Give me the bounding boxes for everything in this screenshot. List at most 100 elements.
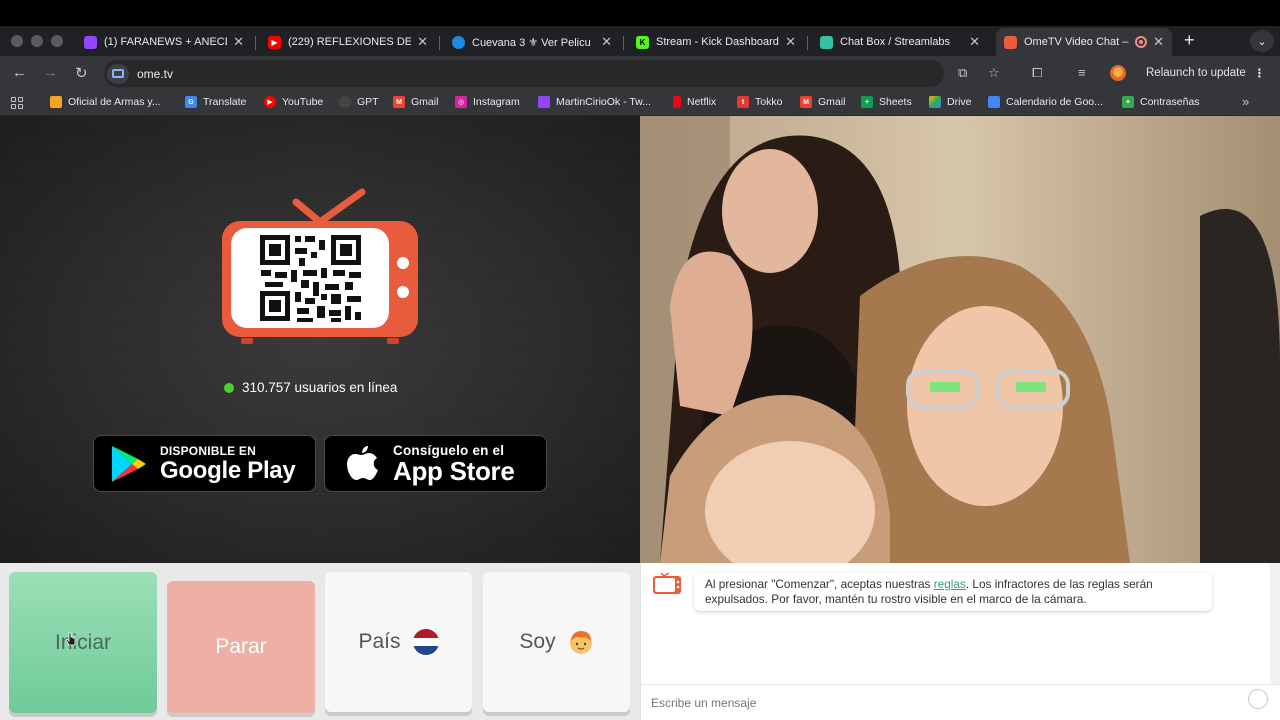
twitch-icon (538, 96, 550, 108)
recording-icon (1135, 36, 1148, 48)
bookmark-item[interactable]: + Sheets (861, 96, 912, 108)
waiting-panel: 310.757 usuarios en línea DISPONIBLE EN … (0, 116, 640, 563)
bookmark-item[interactable]: Netflix (673, 96, 716, 108)
tab-ometv[interactable]: OmeTV Video Chat – ✕ (996, 28, 1172, 56)
stop-button[interactable]: Parar (167, 581, 315, 713)
app-store-badge[interactable]: Consíguelo en el App Store (324, 435, 547, 492)
pointer-cursor-icon (66, 632, 76, 646)
tab-streamlabs[interactable]: Chat Box / Streamlabs ✕ (812, 28, 988, 56)
close-tab-icon[interactable]: ✕ (1153, 34, 1164, 50)
bookmark-item[interactable]: Drive (929, 96, 972, 108)
tab-title: (229) REFLEXIONES DE F (288, 36, 412, 48)
google-play-badge[interactable]: DISPONIBLE EN Google Play (93, 435, 316, 492)
tab-faranews[interactable]: (1) FARANEWS + ANECD ✕ (76, 28, 252, 56)
google-play-small-text: DISPONIBLE EN (160, 443, 256, 458)
chat-scrollbar[interactable] (1270, 563, 1280, 684)
message-input[interactable] (651, 695, 1231, 710)
more-bookmarks-icon[interactable]: » (1242, 94, 1249, 109)
apps-grid-icon[interactable] (11, 97, 23, 109)
bookmark-item[interactable]: M Gmail (393, 96, 438, 108)
tab-title: Chat Box / Streamlabs (840, 36, 951, 48)
gender-label: Soy (519, 630, 556, 653)
menu-dots-icon[interactable]: ⋮ (1254, 66, 1266, 80)
tab-title: OmeTV Video Chat – (1024, 36, 1129, 48)
extensions-icon[interactable]: ⧠ (1032, 65, 1042, 81)
youtube-icon: ▶ (264, 96, 276, 108)
profile-avatar[interactable] (1110, 65, 1126, 81)
bookmark-item[interactable]: MartinCirioOk - Tw... (538, 96, 651, 108)
url-text[interactable]: ome.tv (137, 67, 173, 81)
tab-title: Stream - Kick Dashboard (656, 36, 779, 48)
close-tab-icon[interactable]: ✕ (233, 34, 244, 50)
app-store-big-text: App Store (393, 456, 515, 486)
bookmark-item[interactable]: GPT (339, 96, 379, 108)
youtube-icon: ▶ (268, 35, 281, 49)
streamlabs-icon (820, 35, 833, 49)
bookmark-item[interactable]: Oficial de Armas y... (50, 96, 161, 108)
site-camera-icon[interactable] (107, 63, 129, 84)
google-play-big-text: Google Play (160, 456, 296, 484)
tab-cuevana[interactable]: Cuevana 3 ⚜ Ver Pelicu ✕ (444, 28, 620, 56)
online-status-dot (224, 382, 234, 393)
online-users-text: 310.757 usuarios en línea (242, 380, 398, 395)
online-users-indicator: 310.757 usuarios en línea (224, 380, 397, 395)
toolbar: ← → ↻ ome.tv ⧉ ☆ ⧠ ≡ Relaunch to update … (0, 56, 1280, 90)
start-label: Iniciar (54, 630, 112, 654)
start-button[interactable]: Iniciar (9, 572, 157, 713)
tab-kick[interactable]: K Stream - Kick Dashboard ✕ (628, 28, 804, 56)
new-tab-button[interactable]: + (1184, 30, 1195, 51)
bookmark-item[interactable]: M Gmail (800, 96, 845, 108)
instagram-icon: ◎ (455, 96, 467, 108)
drive-icon (929, 96, 941, 108)
twitch-icon (84, 35, 97, 49)
bookmark-star-icon[interactable]: ☆ (988, 65, 1000, 81)
tokko-icon: t (737, 96, 749, 108)
kick-icon: K (636, 35, 649, 49)
reload-icon[interactable]: ↻ (75, 64, 88, 82)
close-tab-icon[interactable]: ✕ (417, 34, 428, 50)
bookmark-item[interactable]: Calendario de Goo... (988, 96, 1103, 108)
bookmark-item[interactable]: G Translate (185, 96, 246, 108)
bookmark-item[interactable]: ◎ Instagram (455, 96, 520, 108)
system-message: Al presionar "Comenzar", aceptas nuestra… (694, 573, 1212, 611)
message-text-start: Al presionar "Comenzar", aceptas nuestra… (705, 577, 934, 591)
apple-icon (347, 445, 378, 480)
close-tab-icon[interactable]: ✕ (969, 34, 980, 50)
ometv-icon (1004, 35, 1017, 49)
flag-icon (412, 629, 439, 655)
forward-icon[interactable]: → (43, 64, 58, 81)
bookmarks-bar: Oficial de Armas y... G Translate ▶ YouTub… (0, 90, 1280, 116)
gender-button[interactable]: Soy (483, 572, 630, 712)
close-window-button[interactable] (11, 35, 23, 47)
chat-input-area (641, 684, 1280, 720)
tab-title: (1) FARANEWS + ANECD (104, 36, 228, 48)
cuevana-icon (452, 35, 465, 49)
gmail-icon: M (393, 96, 405, 108)
media-control-icon[interactable]: ≡ (1078, 65, 1086, 80)
bookmark-item[interactable]: ▶ YouTube (264, 96, 323, 108)
country-button[interactable]: País (325, 572, 472, 712)
sheets-icon: + (861, 96, 873, 108)
rules-link[interactable]: reglas (934, 577, 966, 591)
video-frame-image (640, 116, 1280, 563)
tab-search-button[interactable]: ⌄ (1250, 30, 1274, 52)
bookmark-favicon-icon (50, 96, 62, 108)
bookmark-item[interactable]: + Contraseñas (1122, 96, 1200, 108)
close-tab-icon[interactable]: ✕ (785, 34, 796, 50)
minimize-window-button[interactable] (31, 35, 43, 47)
google-play-icon (112, 445, 146, 482)
tab-reflexiones[interactable]: ▶ (229) REFLEXIONES DE F ✕ (260, 28, 436, 56)
relaunch-button[interactable]: Relaunch to update ⋮ (1138, 60, 1274, 86)
address-bar[interactable]: ome.tv (104, 60, 944, 87)
stop-label: Parar (215, 635, 267, 658)
close-tab-icon[interactable]: ✕ (601, 34, 612, 50)
maximize-window-button[interactable] (51, 35, 63, 47)
cast-icon[interactable]: ⧉ (958, 65, 967, 81)
netflix-icon (673, 96, 681, 108)
tab-title: Cuevana 3 ⚜ Ver Pelicu (472, 36, 591, 49)
back-icon[interactable]: ← (12, 64, 27, 81)
controls-bar: Iniciar Parar País Soy (0, 563, 640, 720)
bookmark-item[interactable]: t Tokko (737, 96, 782, 108)
emoji-icon[interactable] (1248, 689, 1268, 709)
chatgpt-icon (339, 96, 351, 108)
